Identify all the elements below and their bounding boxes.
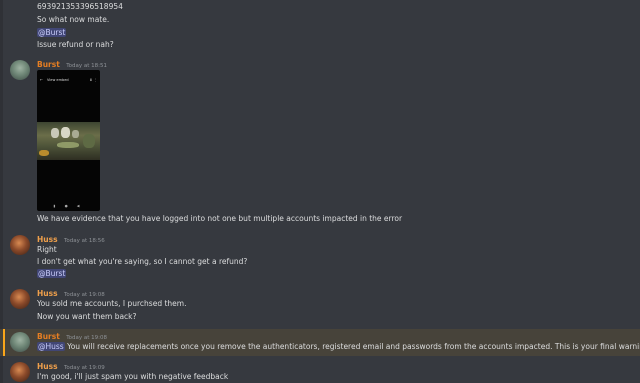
timestamp: Today at 19:09 bbox=[63, 365, 105, 371]
mention-huss[interactable]: @Huss bbox=[37, 342, 65, 351]
author-name-huss[interactable]: Huss bbox=[37, 235, 58, 244]
message-body: You will receive replacements once you r… bbox=[64, 342, 640, 351]
avatar-burst[interactable] bbox=[10, 60, 30, 80]
author-name-burst[interactable]: Burst bbox=[37, 60, 60, 69]
message-line: So what now mate. bbox=[37, 15, 110, 24]
avatar-huss[interactable] bbox=[10, 362, 30, 382]
mention-highlight-bar bbox=[3, 329, 5, 356]
phone-actions-icon: ⬇ ⋮ bbox=[89, 78, 97, 82]
timestamp: Today at 19:08 bbox=[63, 292, 105, 298]
mention-burst[interactable]: @Burst bbox=[37, 28, 67, 37]
message-text: We have evidence that you have logged in… bbox=[37, 214, 403, 223]
message-line: Now you want them back? bbox=[37, 312, 137, 321]
author-name-burst[interactable]: Burst bbox=[37, 332, 60, 341]
phone-title-bar: ← View embed ⬇ ⋮ bbox=[37, 76, 100, 84]
timestamp: Today at 18:56 bbox=[63, 238, 105, 244]
timestamp: Today at 18:51 bbox=[66, 63, 107, 69]
message-text: I'm good, i'll just spam you with negati… bbox=[37, 372, 229, 381]
author-name-huss[interactable]: Huss bbox=[37, 362, 58, 371]
message-line: Issue refund or nah? bbox=[37, 40, 114, 49]
message-line: I don't get what you're saying, so I can… bbox=[37, 257, 248, 266]
mention-line: @Burst bbox=[37, 28, 67, 38]
mention-burst[interactable]: @Burst bbox=[37, 269, 67, 278]
timestamp: Today at 19:08 bbox=[66, 335, 107, 341]
avatar-huss[interactable] bbox=[10, 235, 30, 255]
chat-messages: 693921353396518954 So what now mate. @Bu… bbox=[0, 0, 640, 383]
avatar-huss[interactable] bbox=[10, 289, 30, 309]
mention-line: @Burst bbox=[37, 269, 67, 279]
message-line: 693921353396518954 bbox=[37, 2, 123, 11]
back-arrow-icon: ← bbox=[40, 78, 43, 82]
author-name-huss[interactable]: Huss bbox=[37, 289, 58, 298]
avatar-burst[interactable] bbox=[10, 332, 30, 352]
message-line: Right bbox=[37, 245, 57, 254]
message-line: You sold me accounts, I purchsed them. bbox=[37, 299, 187, 308]
phone-nav-bar: ▮ ● ◀ bbox=[53, 204, 84, 208]
image-attachment[interactable]: ← View embed ⬇ ⋮ ▮ ● ◀ bbox=[37, 70, 100, 211]
video-frame bbox=[37, 122, 100, 160]
message-text: @Huss You will receive replacements once… bbox=[37, 342, 640, 352]
left-edge bbox=[0, 0, 3, 383]
phone-title-text: View embed bbox=[47, 78, 69, 82]
